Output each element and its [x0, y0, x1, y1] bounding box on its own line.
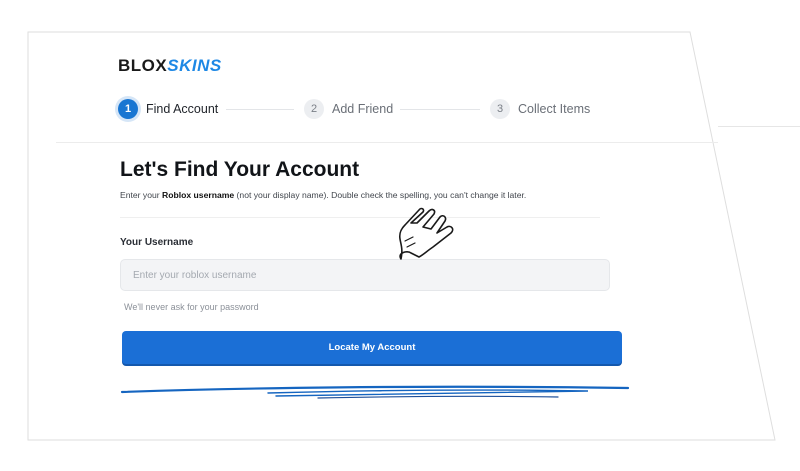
step-find-account: 1 Find Account — [118, 99, 218, 119]
username-label: Your Username — [120, 237, 194, 248]
page-title: Let's Find Your Account — [120, 158, 360, 181]
step-connector — [226, 109, 294, 110]
page-card: BLOX SKINS 1 Find Account 2 Add Friend 3 … — [0, 0, 800, 471]
step-3-label: Collect Items — [518, 102, 591, 116]
step-collect-items: 3 Collect Items — [490, 99, 590, 119]
edge-line — [718, 126, 800, 127]
brand-part-1: BLOX — [118, 56, 168, 75]
password-notice: We'll never ask for your password — [124, 302, 259, 312]
locate-account-button[interactable]: Locate My Account — [122, 331, 622, 364]
step-3-number: 3 — [490, 99, 510, 119]
brand-logo[interactable]: BLOX SKINS — [118, 56, 222, 76]
subtitle-prefix: Enter your — [120, 190, 163, 200]
step-2-label: Add Friend — [332, 102, 394, 116]
step-2-number: 2 — [304, 99, 324, 119]
header-divider — [56, 142, 718, 143]
section-divider — [120, 217, 600, 218]
step-1-label: Find Account — [146, 102, 219, 116]
step-progress: 1 Find Account 2 Add Friend 3 Collect It… — [118, 99, 598, 121]
brand-part-2: SKINS — [167, 56, 222, 75]
step-add-friend: 2 Add Friend — [304, 99, 393, 119]
username-input[interactable] — [120, 259, 610, 291]
step-connector — [400, 109, 480, 110]
page-subtitle: Enter your Roblox username (not your dis… — [120, 190, 640, 200]
subtitle-bold: Roblox username — [162, 190, 235, 200]
step-1-number: 1 — [118, 99, 138, 119]
pen-scribble-mark — [120, 385, 630, 399]
pointing-hand-icon — [398, 207, 454, 260]
subtitle-suffix: (not your display name). Double check th… — [234, 190, 527, 200]
